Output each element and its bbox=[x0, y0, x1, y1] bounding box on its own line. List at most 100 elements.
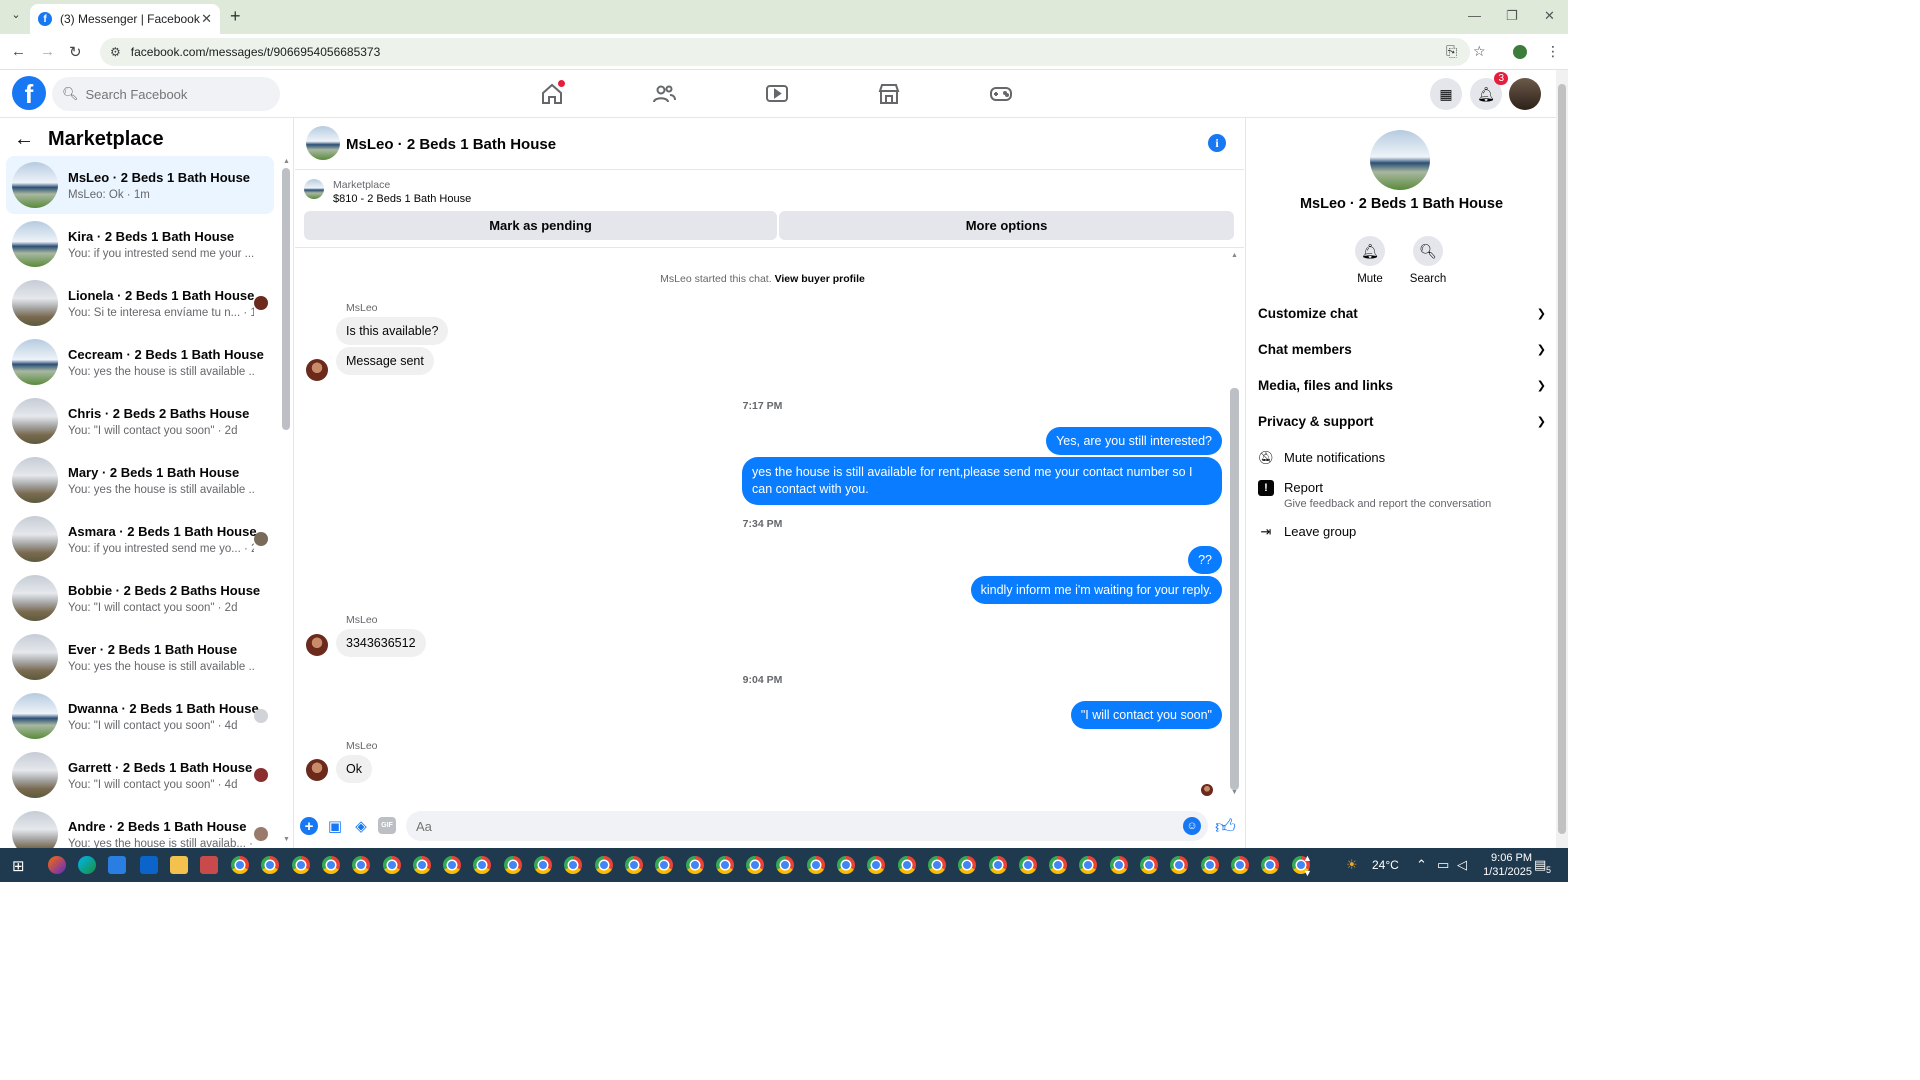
app-icon[interactable] bbox=[200, 856, 218, 874]
taskbar-scroll-down-icon[interactable]: ▼ bbox=[1303, 868, 1312, 878]
chat-members-section[interactable]: Chat members ❯ bbox=[1258, 342, 1546, 357]
close-tab-icon[interactable]: ✕ bbox=[201, 11, 212, 27]
outlook-icon[interactable] bbox=[140, 856, 158, 874]
taskbar-scroll-up-icon[interactable]: ▲ bbox=[1303, 853, 1312, 863]
reload-icon[interactable]: ↻ bbox=[69, 43, 82, 61]
emoji-icon[interactable]: ☺ bbox=[1183, 817, 1201, 835]
listing-price[interactable]: $810 - 2 Beds 1 Bath House bbox=[333, 193, 471, 205]
chrome-taskbar-icon[interactable] bbox=[291, 856, 310, 874]
notification-center-icon[interactable]: ▤ bbox=[1534, 857, 1546, 873]
new-tab-icon[interactable]: + bbox=[230, 6, 241, 27]
chrome-taskbar-icon[interactable] bbox=[261, 856, 280, 874]
menu-grid-icon[interactable]: ▦ bbox=[1430, 78, 1462, 110]
chrome-taskbar-icon[interactable] bbox=[473, 856, 492, 874]
home-nav-icon[interactable] bbox=[540, 80, 566, 106]
chrome-taskbar-icon[interactable] bbox=[624, 856, 643, 874]
network-icon[interactable]: ▭ bbox=[1437, 857, 1449, 873]
chrome-taskbar-icon[interactable] bbox=[685, 856, 704, 874]
minimize-icon[interactable]: — bbox=[1468, 8, 1481, 23]
chrome-taskbar-icon[interactable] bbox=[1079, 856, 1098, 874]
gif-icon[interactable]: GIF bbox=[378, 817, 396, 834]
conversation-item[interactable]: Mary · 2 Beds 1 Bath House You: yes the h… bbox=[6, 451, 274, 509]
tab-search-icon[interactable]: ⌄ bbox=[6, 8, 26, 26]
browser-menu-icon[interactable]: ⋮ bbox=[1546, 43, 1560, 60]
page-scrollbar[interactable] bbox=[1558, 84, 1566, 834]
chrome-taskbar-icon[interactable] bbox=[746, 856, 765, 874]
scroll-down-icon[interactable]: ▼ bbox=[283, 836, 290, 843]
outgoing-message[interactable]: ?? bbox=[1188, 546, 1222, 574]
chrome-taskbar-icon[interactable] bbox=[1200, 856, 1219, 874]
notifications-bell-icon[interactable]: 🔔︎ 3 bbox=[1470, 72, 1508, 110]
sender-avatar[interactable] bbox=[306, 759, 328, 781]
conversation-item[interactable]: Kira · 2 Beds 1 Bath House You: if you in… bbox=[6, 215, 274, 273]
chrome-taskbar-icon[interactable] bbox=[1140, 856, 1158, 874]
profile-icon[interactable] bbox=[1513, 45, 1527, 59]
copilot-icon[interactable] bbox=[48, 856, 66, 874]
incoming-message[interactable]: 3343636512 bbox=[336, 629, 426, 657]
chrome-taskbar-icon[interactable] bbox=[534, 856, 552, 874]
outgoing-message[interactable]: yes the house is still available for ren… bbox=[742, 457, 1222, 505]
clock-time[interactable]: 9:06 PM bbox=[1480, 852, 1532, 864]
customize-chat-section[interactable]: Customize chat ❯ bbox=[1258, 306, 1546, 321]
chat-scroll-up-icon[interactable]: ▲ bbox=[1231, 252, 1238, 259]
chrome-taskbar-icon[interactable] bbox=[594, 856, 613, 874]
like-thumbs-up-icon[interactable]: 👍︎ bbox=[1215, 815, 1236, 839]
forward-icon[interactable]: → bbox=[40, 43, 55, 60]
store-icon[interactable] bbox=[108, 856, 126, 874]
back-icon[interactable]: ← bbox=[11, 43, 26, 60]
scroll-up-icon[interactable]: ▲ bbox=[283, 158, 290, 165]
conversation-item[interactable]: Lionela · 2 Beds 1 Bath House You: Si te … bbox=[6, 274, 274, 332]
chrome-taskbar-icon[interactable] bbox=[443, 856, 462, 874]
conversation-item[interactable]: Andre · 2 Beds 1 Bath House You: yes the … bbox=[6, 805, 274, 848]
incoming-message[interactable]: Is this available? bbox=[336, 317, 449, 345]
video-nav-icon[interactable] bbox=[765, 82, 791, 106]
sticker-icon[interactable]: ◈ bbox=[352, 817, 370, 835]
conversation-item[interactable]: Bobbie · 2 Beds 2 Baths House You: "I wil… bbox=[6, 569, 274, 627]
sidebar-scrollbar[interactable] bbox=[282, 168, 290, 430]
hidden-icons-chevron-icon[interactable]: ⌃ bbox=[1416, 857, 1427, 873]
facebook-logo[interactable]: f bbox=[12, 76, 46, 110]
search-icon[interactable]: 🔍︎ bbox=[1413, 236, 1443, 266]
chrome-taskbar-icon[interactable] bbox=[776, 856, 795, 874]
report-item[interactable]: ! Report Give feedback and report the co… bbox=[1258, 480, 1546, 510]
conversation-item[interactable]: MsLeo · 2 Beds 1 Bath House MsLeo: Ok · 1… bbox=[6, 156, 274, 214]
file-explorer-icon[interactable] bbox=[170, 856, 188, 874]
chrome-taskbar-icon[interactable] bbox=[837, 856, 855, 874]
chrome-taskbar-icon[interactable] bbox=[715, 856, 734, 874]
message-input[interactable] bbox=[406, 811, 1208, 841]
chrome-taskbar-icon[interactable] bbox=[1230, 856, 1249, 874]
conversation-item[interactable]: Cecream · 2 Beds 1 Bath House You: yes th… bbox=[6, 333, 274, 391]
chrome-taskbar-icon[interactable] bbox=[988, 856, 1007, 874]
chrome-taskbar-icon[interactable] bbox=[958, 856, 977, 874]
chrome-taskbar-icon[interactable] bbox=[231, 856, 249, 874]
account-avatar[interactable] bbox=[1509, 78, 1541, 110]
edge-icon[interactable] bbox=[78, 856, 96, 874]
clock-date[interactable]: 1/31/2025 bbox=[1480, 866, 1532, 878]
media-files-links-section[interactable]: Media, files and links ❯ bbox=[1258, 378, 1546, 393]
chrome-taskbar-icon[interactable] bbox=[1170, 856, 1189, 874]
chrome-taskbar-icon[interactable] bbox=[1261, 856, 1280, 874]
mark-as-pending-button[interactable]: Mark as pending bbox=[304, 211, 777, 240]
conversation-item[interactable]: Ever · 2 Beds 1 Bath House You: yes the h… bbox=[6, 628, 274, 686]
install-app-icon[interactable]: ⎘ bbox=[1446, 43, 1457, 60]
browser-tab[interactable]: f (3) Messenger | Facebook ✕ bbox=[30, 4, 220, 34]
marketplace-nav-icon[interactable] bbox=[877, 82, 903, 106]
speaker-icon[interactable]: ◁ bbox=[1457, 857, 1467, 873]
conversation-item[interactable]: Dwanna · 2 Beds 1 Bath House You: "I will… bbox=[6, 687, 274, 745]
mute-notifications-item[interactable]: 🔕︎ Mute notifications bbox=[1258, 450, 1546, 466]
search-bar[interactable]: 🔍︎ bbox=[52, 77, 280, 111]
chrome-taskbar-icon[interactable] bbox=[564, 856, 583, 874]
windows-start-icon[interactable]: ⊞ bbox=[12, 857, 25, 875]
incoming-message[interactable]: Message sent bbox=[336, 347, 434, 375]
chrome-taskbar-icon[interactable] bbox=[412, 856, 431, 874]
privacy-support-section[interactable]: Privacy & support ❯ bbox=[1258, 414, 1546, 429]
chrome-taskbar-icon[interactable] bbox=[897, 856, 916, 874]
chat-title[interactable]: MsLeo · 2 Beds 1 Bath House bbox=[346, 136, 556, 153]
conversation-item[interactable]: Garrett · 2 Beds 1 Bath House You: "I wil… bbox=[6, 746, 274, 804]
chrome-taskbar-icon[interactable] bbox=[1018, 856, 1037, 874]
url-input[interactable]: ⚙ facebook.com/messages/t/90669540566853… bbox=[100, 38, 1470, 66]
mute-action[interactable]: 🔔︎ Mute bbox=[1340, 236, 1400, 285]
conversation-item[interactable]: Chris · 2 Beds 2 Baths House You: "I will… bbox=[6, 392, 274, 450]
sender-avatar[interactable] bbox=[306, 634, 328, 656]
attach-photo-icon[interactable]: ▣ bbox=[326, 817, 344, 835]
